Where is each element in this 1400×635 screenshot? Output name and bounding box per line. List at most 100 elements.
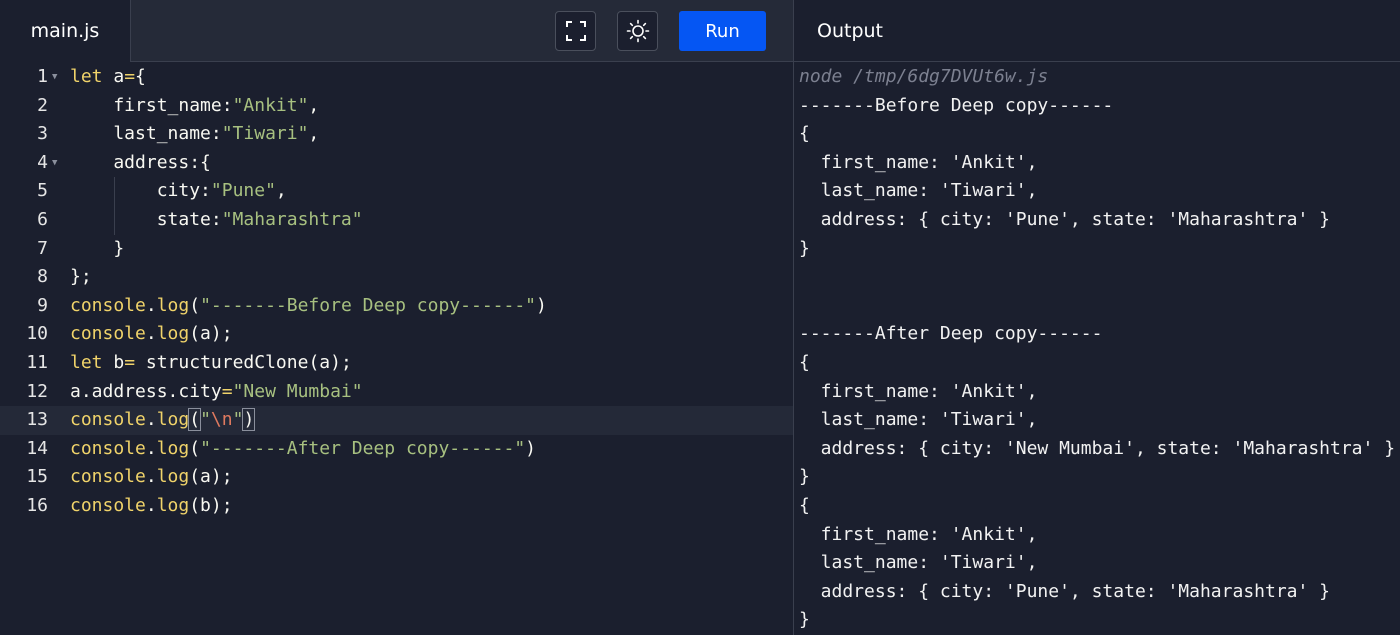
- code-token: ,: [308, 94, 320, 116]
- code-line[interactable]: 6 state:"Maharashtra": [0, 205, 793, 235]
- code-token: =: [124, 66, 136, 87]
- code-token: log: [156, 409, 190, 431]
- theme-toggle-button[interactable]: [617, 11, 658, 51]
- code-token: (: [189, 437, 201, 459]
- code-token: (b);: [189, 494, 233, 516]
- code-line[interactable]: 7 }: [0, 235, 793, 264]
- code-token: (: [189, 294, 201, 316]
- code-token: b: [102, 351, 125, 373]
- code-token: let: [70, 66, 103, 87]
- fold-arrow-icon[interactable]: ▼: [52, 63, 57, 92]
- code-line[interactable]: 4 ▼ address:{: [0, 149, 793, 178]
- output-command-line: node /tmp/6dg7DVUt6w.js: [799, 66, 1049, 87]
- code-text: let b= structuredClone(a);: [70, 349, 352, 378]
- code-token: };: [70, 266, 92, 288]
- code-token: structuredClone(a);: [135, 351, 352, 373]
- code-line[interactable]: 16 console.log(b);: [0, 492, 793, 521]
- code-token: (: [188, 408, 202, 432]
- code-token: "New Mumbai": [232, 380, 363, 402]
- output-line: {: [799, 494, 810, 516]
- code-line[interactable]: 12 a.address.city="New Mumbai": [0, 378, 793, 407]
- code-line[interactable]: 14 console.log("-------After Deep copy---…: [0, 435, 793, 464]
- code-token: =: [221, 380, 233, 402]
- output-line: -------After Deep copy------: [799, 323, 1103, 345]
- code-token: first_name:: [70, 94, 233, 116]
- code-token: {: [135, 66, 146, 87]
- output-title: Output: [817, 20, 883, 42]
- code-token: ): [242, 408, 256, 432]
- code-text: a.address.city="New Mumbai": [70, 378, 363, 407]
- code-token: "-------After Deep copy------": [200, 437, 526, 459]
- output-line: -------Before Deep copy------: [799, 94, 1114, 116]
- code-text: address:{: [70, 149, 211, 178]
- code-line[interactable]: 9 console.log("-------Before Deep copy---…: [0, 292, 793, 321]
- line-number: 12: [26, 380, 48, 402]
- code-line[interactable]: 2 first_name:"Ankit",: [0, 92, 793, 121]
- code-text: city:"Pune",: [70, 177, 287, 206]
- fullscreen-button[interactable]: [555, 11, 596, 51]
- code-token: .: [145, 409, 157, 431]
- code-line[interactable]: 8};: [0, 263, 793, 292]
- output-line: address: { city: 'Pune', state: 'Maharas…: [799, 580, 1331, 602]
- code-line[interactable]: 13 console.log("\n"): [0, 406, 793, 435]
- line-number: 11: [26, 351, 48, 373]
- fullscreen-icon: [565, 21, 586, 41]
- pane-divider[interactable]: [793, 0, 794, 635]
- code-token: "Ankit": [232, 94, 309, 116]
- code-text: state:"Maharashtra": [70, 206, 363, 235]
- code-text: first_name:"Ankit",: [70, 92, 319, 121]
- code-token: last_name:: [70, 123, 222, 145]
- code-line[interactable]: 15 console.log(a);: [0, 463, 793, 492]
- code-editor[interactable]: 1 ▼ let a={2 first_name:"Ankit", 3 last_nam…: [0, 62, 793, 635]
- output-line: first_name: 'Ankit',: [799, 523, 1038, 545]
- code-text: console.log(b);: [70, 492, 233, 521]
- code-line[interactable]: 10 console.log(a);: [0, 320, 793, 349]
- code-token: .: [145, 494, 157, 516]
- code-token: .: [145, 437, 157, 459]
- code-token: log: [156, 437, 190, 459]
- sun-icon: [626, 19, 649, 43]
- code-token: (a);: [189, 323, 233, 345]
- output-line: }: [799, 237, 810, 259]
- code-line[interactable]: 3 last_name:"Tiwari",: [0, 120, 793, 149]
- code-token: city:: [70, 180, 211, 202]
- code-token: }: [70, 237, 125, 259]
- code-token: "Tiwari": [221, 123, 309, 145]
- code-token: console: [70, 494, 146, 516]
- code-token: console: [70, 409, 146, 431]
- code-token: log: [156, 494, 190, 516]
- code-line[interactable]: 1 ▼ let a={: [0, 63, 793, 92]
- code-token: log: [156, 466, 190, 488]
- output-line: last_name: 'Tiwari',: [799, 409, 1038, 431]
- code-token: =: [124, 351, 136, 373]
- code-token: "-------Before Deep copy------": [200, 294, 537, 316]
- line-number: 16: [26, 494, 48, 516]
- output-line: }: [799, 609, 810, 631]
- output-line: first_name: 'Ankit',: [799, 380, 1038, 402]
- code-line[interactable]: 5 city:"Pune",: [0, 177, 793, 206]
- code-token: ,: [308, 123, 320, 145]
- code-token: "Maharashtra": [221, 208, 363, 230]
- code-token: console: [70, 294, 146, 316]
- output-line: last_name: 'Tiwari',: [799, 552, 1038, 574]
- editor-header: main.js Run: [0, 0, 793, 62]
- code-token: .: [145, 323, 157, 345]
- line-number: 2: [37, 94, 48, 116]
- code-line[interactable]: 11 let b= structuredClone(a);: [0, 349, 793, 378]
- code-token: ": [200, 409, 211, 431]
- line-number: 6: [37, 208, 48, 230]
- code-text: console.log("-------After Deep copy-----…: [70, 435, 536, 464]
- output-line: }: [799, 466, 810, 488]
- line-number: 5: [37, 180, 48, 202]
- fold-arrow-icon[interactable]: ▼: [52, 149, 57, 178]
- run-button[interactable]: Run: [679, 11, 766, 51]
- output-line: {: [799, 351, 810, 373]
- line-number: 7: [37, 237, 48, 259]
- file-tab-main-js[interactable]: main.js: [0, 0, 131, 62]
- code-token: a.address.city: [70, 380, 222, 402]
- code-token: ): [525, 437, 537, 459]
- code-text: }: [70, 235, 124, 264]
- line-number: 1: [37, 66, 48, 87]
